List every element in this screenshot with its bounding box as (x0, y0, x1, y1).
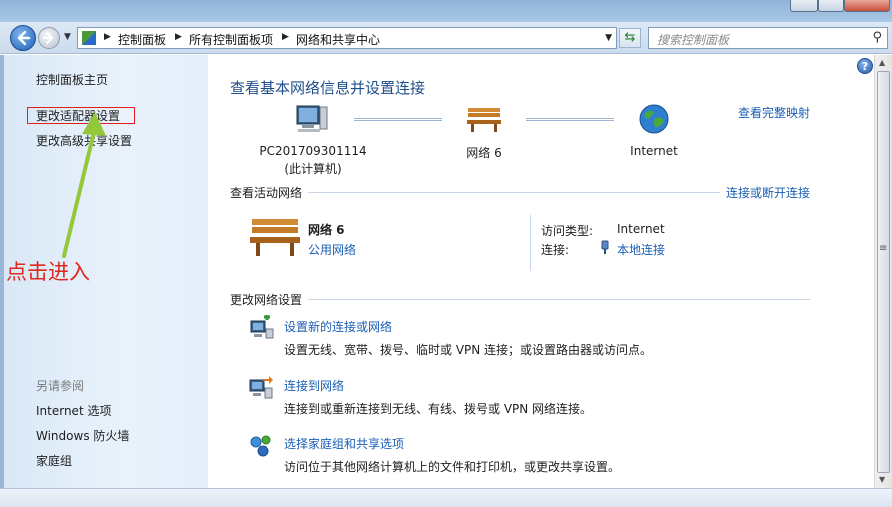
address-bar[interactable]: ▶ 控制面板 ▶ 所有控制面板项 ▶ 网络和共享中心 ▼ (77, 27, 617, 49)
connect-to-network-link[interactable]: 连接到网络 (284, 377, 344, 394)
network-type-link[interactable]: 公用网络 (308, 241, 356, 258)
annotation-caption: 点击进入 (6, 260, 90, 284)
setup-new-connection-link[interactable]: 设置新的连接或网络 (284, 318, 392, 335)
search-input[interactable]: 搜索控制面板 ⚲ (648, 27, 888, 49)
bench-network-icon (250, 219, 300, 256)
address-toolbar: ▼ ▶ 控制面板 ▶ 所有控制面板项 ▶ 网络和共享中心 ▼ ⇆ 搜索控制面板 … (0, 22, 892, 54)
maximize-button[interactable] (818, 0, 844, 12)
breadcrumb-arrow-icon[interactable]: ▶ (282, 32, 289, 42)
active-network-name: 网络 6 (308, 223, 345, 237)
computer-name: PC201709301114 (259, 144, 367, 158)
breadcrumb-all-items[interactable]: 所有控制面板项 (189, 31, 273, 48)
see-also-internet-options[interactable]: Internet 选项 (36, 402, 111, 419)
scroll-down-icon[interactable]: ▼ (879, 475, 885, 484)
see-also-homegroup[interactable]: 家庭组 (36, 452, 72, 469)
new-connection-icon (250, 315, 274, 339)
setup-new-connection-desc: 设置无线、宽带、拨号、临时或 VPN 连接；或设置路由器或访问点。 (284, 343, 653, 357)
address-dropdown-icon[interactable]: ▼ (605, 33, 612, 43)
connection-line (526, 118, 614, 121)
homegroup-sharing-desc: 访问位于其他网络计算机上的文件和打印机，或更改共享设置。 (284, 460, 621, 474)
forward-button[interactable] (38, 27, 60, 49)
help-icon: ? (861, 60, 869, 73)
active-networks-title: 查看活动网络 (230, 186, 303, 200)
connect-network-icon (249, 376, 273, 399)
change-settings-title: 更改网络设置 (230, 293, 303, 307)
homegroup-sharing-link[interactable]: 选择家庭组和共享选项 (284, 435, 404, 452)
access-type-label: 访问类型: (541, 224, 594, 238)
see-full-map-link[interactable]: 查看完整映射 (738, 104, 810, 121)
section-divider (308, 299, 810, 300)
connect-to-network-desc: 连接到或重新连接到无线、有线、拨号或 VPN 网络连接。 (284, 402, 593, 416)
window-title-strip (0, 0, 892, 22)
scrollbar-thumb[interactable] (877, 71, 890, 473)
access-type-value: Internet (617, 222, 665, 236)
see-also-windows-firewall[interactable]: Windows 防火墙 (36, 427, 129, 444)
control-panel-icon (82, 31, 96, 45)
homegroup-icon (250, 435, 271, 457)
control-panel-home-link[interactable]: 控制面板主页 (36, 71, 108, 88)
vertical-divider (530, 215, 531, 271)
connection-line (354, 118, 442, 121)
search-icon[interactable]: ⚲ (872, 30, 882, 45)
minimize-button[interactable] (790, 0, 818, 12)
section-divider (308, 192, 720, 193)
recent-pages-chevron-icon[interactable]: ▼ (64, 32, 71, 42)
computer-icon (296, 105, 328, 132)
arrow-left-icon (17, 30, 31, 46)
breadcrumb-control-panel[interactable]: 控制面板 (118, 31, 166, 48)
help-button[interactable]: ? (857, 58, 873, 74)
refresh-icon: ⇆ (624, 30, 636, 45)
page-title: 查看基本网络信息并设置连接 (230, 79, 426, 97)
local-connection-link[interactable]: 本地连接 (617, 241, 665, 258)
network-name-map: 网络 6 (466, 146, 502, 160)
breadcrumb-arrow-icon[interactable]: ▶ (104, 32, 111, 42)
highlight-box (27, 107, 135, 124)
breadcrumb-network-center[interactable]: 网络和共享中心 (296, 31, 380, 48)
status-bar (0, 488, 892, 507)
close-button[interactable] (844, 0, 890, 12)
see-also-heading: 另请参阅 (36, 379, 85, 393)
connections-label: 连接: (541, 243, 570, 257)
ethernet-icon (601, 240, 609, 254)
arrow-right-icon (43, 32, 53, 44)
refresh-button[interactable]: ⇆ (619, 28, 641, 48)
change-advanced-sharing-link[interactable]: 更改高级共享设置 (36, 132, 132, 149)
scroll-up-icon[interactable]: ▲ (879, 58, 885, 67)
breadcrumb-arrow-icon[interactable]: ▶ (175, 32, 182, 42)
computer-subtitle: (此计算机) (284, 162, 342, 176)
scrollbar-grip-icon: ≡ (879, 243, 888, 254)
back-button[interactable] (10, 25, 36, 51)
vertical-scrollbar[interactable]: ▲ ≡ ▼ (874, 55, 892, 488)
main-content: ? 查看基本网络信息并设置连接 查看完整映射 PC201709301114 (此… (208, 55, 874, 488)
connect-disconnect-link[interactable]: 连接或断开连接 (726, 184, 810, 201)
search-placeholder: 搜索控制面板 (657, 33, 730, 47)
internet-label: Internet (630, 144, 678, 158)
bench-network-icon (467, 108, 501, 132)
globe-icon (639, 104, 669, 134)
